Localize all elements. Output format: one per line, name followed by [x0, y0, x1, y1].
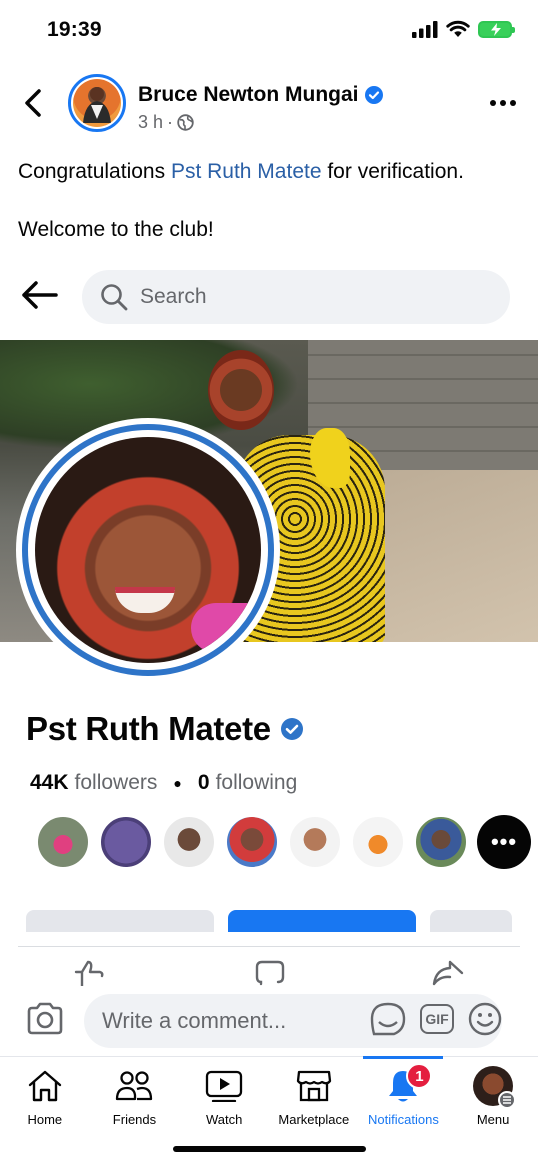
tab-bar-divider — [0, 1056, 538, 1057]
tab-friends-label: Friends — [112, 1112, 157, 1127]
reaction-divider — [18, 946, 520, 947]
comment-placeholder: Write a comment... — [102, 1008, 287, 1033]
author-avatar[interactable] — [68, 74, 126, 132]
cellular-signal-icon — [412, 20, 438, 38]
embedded-search-bar: Search — [82, 270, 510, 324]
profile-picture — [16, 418, 280, 682]
friend-avatar — [351, 815, 405, 869]
battery-charging-icon — [478, 20, 515, 38]
post-text-line2: Welcome to the club! — [18, 218, 214, 241]
gif-icon[interactable]: GIF — [420, 1004, 454, 1034]
stats-separator: ● — [173, 775, 182, 791]
menu-hamburger-icon — [498, 1091, 517, 1109]
tab-watch[interactable]: Watch — [179, 1066, 269, 1127]
friend-avatar — [99, 815, 153, 869]
followers-label: followers — [74, 771, 158, 794]
status-icons — [412, 20, 515, 38]
tab-home-label: Home — [27, 1112, 63, 1127]
post-age: 3 h — [138, 112, 164, 132]
sticker-icon[interactable] — [370, 1002, 406, 1036]
author-name[interactable]: Bruce Newton Mungai — [138, 83, 383, 107]
post-text-suffix: for verification. — [321, 160, 464, 183]
wifi-icon — [446, 20, 470, 37]
status-time: 19:39 — [47, 18, 102, 41]
emoji-icon[interactable] — [468, 1002, 502, 1036]
post-text-prefix: Congratulations — [18, 160, 171, 183]
menu-profile-avatar — [473, 1066, 517, 1109]
tagged-user-link[interactable]: Pst Ruth Matete — [171, 160, 322, 183]
mutual-friends-row: ••• — [36, 815, 531, 869]
notification-badge: 1 — [406, 1063, 433, 1089]
friend-avatar — [36, 815, 90, 869]
post-text-line1: Congratulations Pst Ruth Matete for veri… — [18, 160, 464, 184]
embedded-secondary-button — [26, 910, 214, 932]
friend-avatar — [414, 815, 468, 869]
search-icon — [101, 284, 128, 311]
tab-watch-label: Watch — [205, 1112, 243, 1127]
embedded-more-button — [430, 910, 512, 932]
bottom-tab-bar: Home Friends Watch Marketplace 1 Notific… — [0, 1063, 538, 1127]
comment-icon[interactable] — [255, 960, 285, 986]
embedded-profile-name-text: Pst Ruth Matete — [26, 710, 271, 747]
verified-badge-icon — [364, 86, 383, 104]
embedded-search-placeholder: Search — [140, 285, 207, 308]
share-icon[interactable] — [432, 960, 464, 986]
more-options-icon[interactable] — [490, 100, 516, 106]
camera-icon[interactable] — [26, 1002, 64, 1036]
tab-marketplace-label: Marketplace — [278, 1112, 350, 1127]
tab-menu-label: Menu — [476, 1112, 510, 1127]
follower-stats: 44K followers ● 0 following — [30, 771, 297, 795]
marketplace-icon — [296, 1070, 331, 1102]
profile-action-buttons — [26, 910, 512, 932]
friend-avatar — [162, 815, 216, 869]
active-tab-indicator — [363, 1056, 443, 1059]
following-count: 0 — [197, 771, 210, 794]
back-arrow-icon — [22, 281, 58, 309]
tab-home[interactable]: Home — [0, 1066, 90, 1127]
post-meta: 3 h · — [138, 112, 194, 133]
embedded-primary-button — [228, 910, 416, 932]
more-friends-icon: ••• — [477, 815, 531, 869]
tab-marketplace[interactable]: Marketplace — [269, 1066, 359, 1127]
author-name-text[interactable]: Bruce Newton Mungai — [138, 83, 359, 107]
following-label: following — [215, 771, 298, 794]
friends-icon — [116, 1071, 153, 1101]
composer-icons: GIF — [370, 1002, 502, 1036]
verified-badge-icon — [280, 718, 303, 740]
meta-separator: · — [167, 112, 174, 132]
post-image[interactable]: Search Pst Ruth Matete 44K followers ● 0… — [0, 262, 538, 932]
back-chevron-icon[interactable] — [22, 88, 44, 118]
tab-friends[interactable]: Friends — [90, 1066, 180, 1127]
friend-avatar — [225, 815, 279, 869]
gif-label: GIF — [425, 1011, 449, 1027]
tab-notifications[interactable]: 1 Notifications — [359, 1063, 449, 1127]
like-icon[interactable] — [74, 960, 104, 986]
tab-notifications-label: Notifications — [368, 1112, 439, 1127]
public-globe-icon — [177, 114, 194, 131]
watch-icon — [205, 1070, 243, 1102]
home-indicator[interactable] — [173, 1146, 366, 1152]
followers-count: 44K — [30, 771, 69, 794]
embedded-profile-name: Pst Ruth Matete — [26, 710, 303, 748]
tab-menu[interactable]: Menu — [448, 1066, 538, 1127]
friend-avatar — [288, 815, 342, 869]
home-icon — [28, 1070, 62, 1102]
